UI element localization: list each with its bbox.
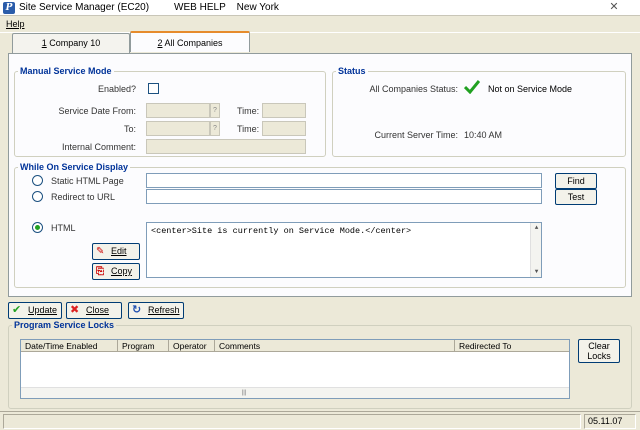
window-titlebar: P Site Service Manager (EC20) WEB HELP N… bbox=[0, 0, 640, 16]
tab-all-companies[interactable]: 2 All Companies bbox=[130, 31, 250, 52]
scroll-up-icon[interactable]: ▲ bbox=[531, 223, 542, 233]
manual-service-mode-title: Manual Service Mode bbox=[18, 66, 114, 76]
current-server-time-value: 10:40 AM bbox=[464, 130, 503, 140]
column-header-comments[interactable]: Comments bbox=[215, 340, 455, 352]
clear-locks-button[interactable]: Clear Locks bbox=[578, 339, 620, 363]
close-x-icon: ✖ bbox=[70, 304, 80, 316]
menu-help-label: Help bbox=[6, 19, 25, 29]
service-date-from-label: Service Date From: bbox=[58, 106, 136, 116]
status-bar-message bbox=[3, 414, 581, 429]
column-header-operator[interactable]: Operator bbox=[169, 340, 215, 352]
edit-pencil-icon: ✎ bbox=[96, 246, 105, 257]
scroll-grip-icon[interactable]: ||| bbox=[239, 389, 249, 397]
internal-comment-input[interactable] bbox=[146, 139, 306, 154]
edit-button[interactable]: ✎ Edit bbox=[92, 243, 140, 260]
html-label: HTML bbox=[51, 223, 76, 233]
app-logo-icon: P bbox=[3, 2, 15, 14]
static-html-label: Static HTML Page bbox=[51, 176, 124, 186]
close-button-label: Close bbox=[86, 305, 110, 315]
redirect-url-radio[interactable] bbox=[32, 191, 43, 202]
all-companies-status-value: Not on Service Mode bbox=[488, 84, 573, 94]
service-locks-hscrollbar[interactable]: ||| bbox=[21, 387, 569, 398]
tab-all-companies-label: All Companies bbox=[162, 38, 223, 48]
window-title: Site Service Manager (EC20) WEB HELP New… bbox=[19, 2, 279, 13]
refresh-button[interactable]: ↻ Refresh bbox=[128, 302, 184, 319]
tab-strip: 1 Company 10 2 All Companies bbox=[8, 31, 632, 53]
html-content-text: <center>Site is currently on Service Mod… bbox=[151, 226, 412, 236]
refresh-button-label: Refresh bbox=[148, 305, 180, 315]
status-bar-version: 05.11.07 bbox=[584, 414, 636, 429]
program-service-locks-title: Program Service Locks bbox=[12, 320, 117, 330]
refresh-icon: ↻ bbox=[132, 304, 142, 316]
copy-button[interactable]: ⎘ Copy bbox=[92, 263, 140, 280]
copy-button-label: Copy bbox=[111, 266, 133, 276]
redirect-url-label: Redirect to URL bbox=[51, 192, 116, 202]
scroll-down-icon[interactable]: ▼ bbox=[531, 267, 542, 277]
service-date-to-input[interactable] bbox=[146, 121, 210, 136]
tab-company[interactable]: 1 Company 10 bbox=[12, 33, 130, 53]
service-date-to-lookup-icon[interactable]: ? bbox=[210, 121, 220, 136]
service-date-from-lookup-icon[interactable]: ? bbox=[210, 103, 220, 118]
redirect-url-input[interactable] bbox=[146, 189, 542, 204]
html-radio[interactable] bbox=[32, 222, 43, 233]
test-button[interactable]: Test bbox=[555, 189, 597, 205]
html-content-scrollbar[interactable]: ▲ ▼ bbox=[530, 223, 541, 277]
checkmark-icon bbox=[463, 80, 481, 95]
update-button-label: Update bbox=[28, 305, 58, 315]
static-html-input[interactable] bbox=[146, 173, 542, 188]
menu-bar: Help bbox=[0, 16, 640, 33]
service-date-from-input[interactable] bbox=[146, 103, 210, 118]
column-header-redirected-to[interactable]: Redirected To bbox=[455, 340, 569, 352]
menu-help[interactable]: Help bbox=[6, 19, 25, 29]
service-locks-table-header: Date/Time Enabled Program Operator Comme… bbox=[21, 340, 569, 352]
update-button[interactable]: ✔ Update bbox=[8, 302, 62, 319]
enabled-checkbox[interactable] bbox=[148, 83, 159, 94]
copy-icon: ⎘ bbox=[96, 266, 104, 277]
time-from-input[interactable] bbox=[262, 103, 306, 118]
time-to-input[interactable] bbox=[262, 121, 306, 136]
internal-comment-label: Internal Comment: bbox=[61, 142, 136, 152]
close-button[interactable]: ✖ Close bbox=[66, 302, 122, 319]
to-label: To: bbox=[123, 124, 136, 134]
enabled-label: Enabled? bbox=[97, 84, 136, 94]
time-to-label: Time: bbox=[237, 124, 260, 134]
static-html-radio[interactable] bbox=[32, 175, 43, 186]
clear-locks-label-line1: Clear bbox=[588, 341, 610, 351]
status-title: Status bbox=[336, 66, 368, 76]
all-companies-status-label: All Companies Status: bbox=[369, 84, 458, 94]
current-server-time-label: Current Server Time: bbox=[374, 130, 458, 140]
service-locks-table[interactable]: Date/Time Enabled Program Operator Comme… bbox=[20, 339, 570, 399]
time-from-label: Time: bbox=[237, 106, 260, 116]
tab-company-label: Company 10 bbox=[46, 38, 101, 48]
edit-button-label: Edit bbox=[111, 246, 127, 256]
clear-locks-label-line2: Locks bbox=[587, 351, 611, 361]
column-header-program[interactable]: Program bbox=[118, 340, 169, 352]
status-bar: 05.11.07 bbox=[0, 411, 640, 430]
column-header-date-time[interactable]: Date/Time Enabled bbox=[21, 340, 118, 352]
update-check-icon: ✔ bbox=[12, 304, 22, 316]
service-display-title: While On Service Display bbox=[18, 162, 131, 172]
html-content-textarea[interactable]: <center>Site is currently on Service Mod… bbox=[146, 222, 542, 278]
find-button[interactable]: Find bbox=[555, 173, 597, 189]
window-close-icon[interactable]: ✕ bbox=[592, 0, 636, 14]
